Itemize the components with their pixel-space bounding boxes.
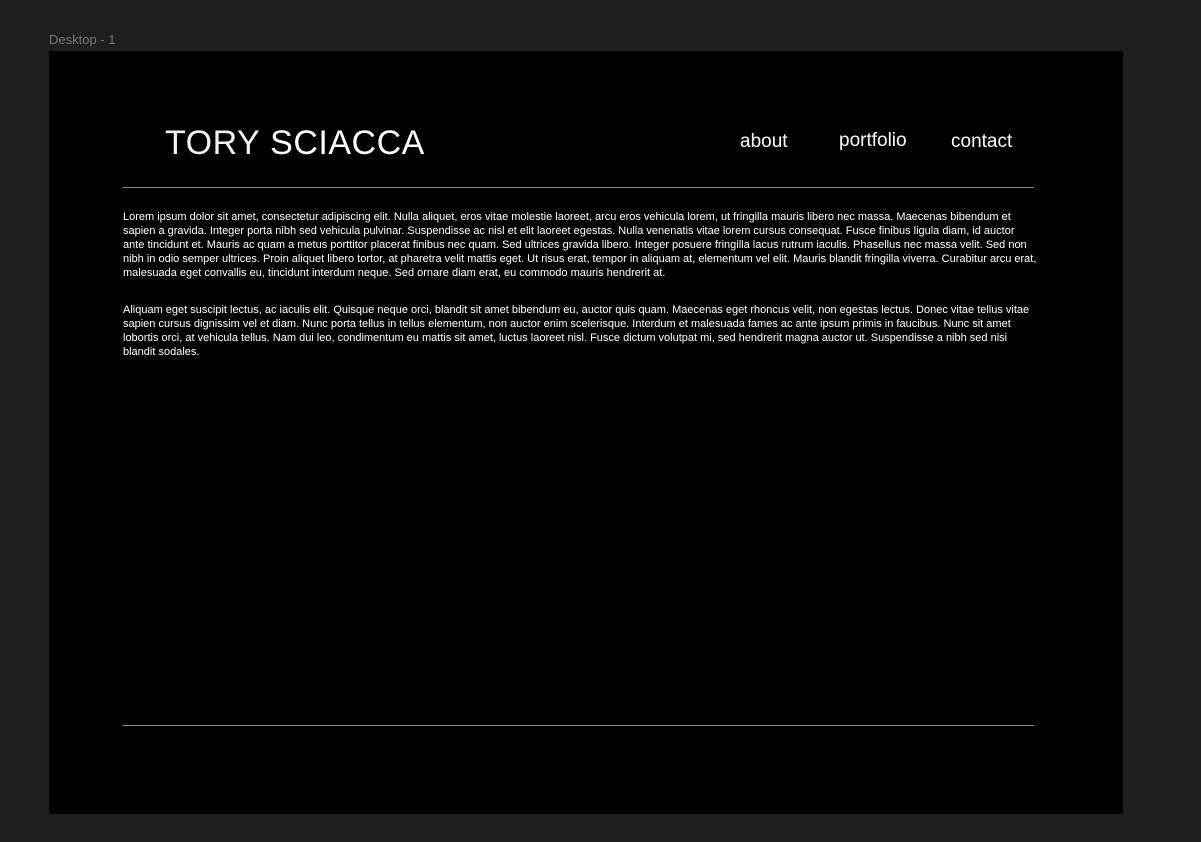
- nav-link-about[interactable]: about: [740, 130, 788, 154]
- body-paragraph-1: Lorem ipsum dolor sit amet, consectetur …: [123, 211, 1037, 279]
- site-name-last: SCIACCA: [270, 124, 425, 162]
- nav-link-contact[interactable]: contact: [951, 130, 1012, 154]
- site-name-first: TORY: [165, 124, 261, 162]
- body-paragraph-2: Aliquam eget suscipit lectus, ac iaculis…: [123, 304, 1030, 358]
- header-divider: [123, 187, 1034, 188]
- desktop-frame: TORY SCIACCA about portfolio contact Lor…: [49, 51, 1123, 814]
- nav-link-portfolio[interactable]: portfolio: [839, 129, 907, 153]
- frame-label[interactable]: Desktop - 1: [49, 32, 115, 48]
- footer-divider: [123, 725, 1034, 726]
- site-name[interactable]: TORY SCIACCA: [165, 123, 425, 163]
